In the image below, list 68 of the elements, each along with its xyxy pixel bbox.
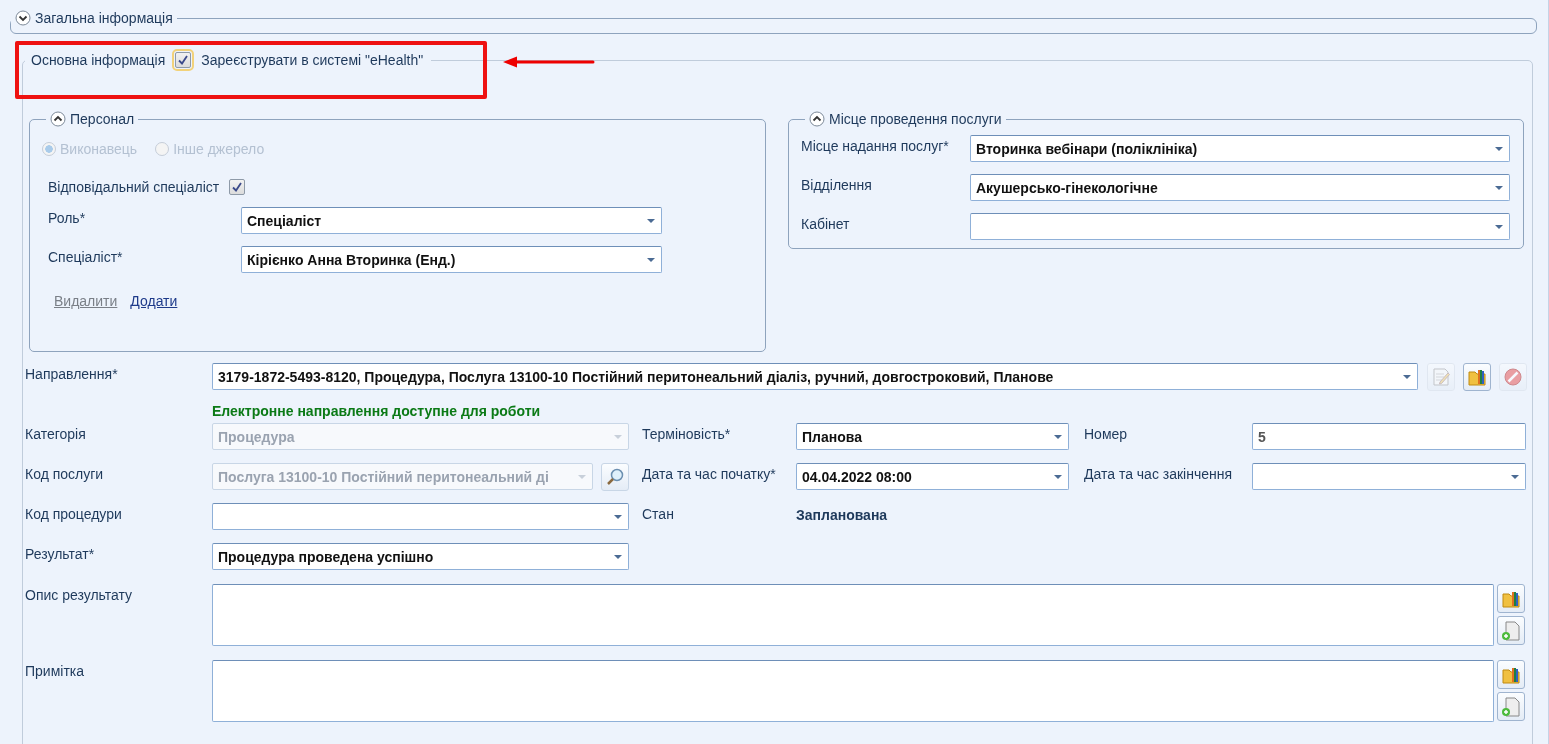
field-label: Стан — [642, 505, 675, 524]
field-label: Кабінет — [801, 215, 851, 232]
dropdown-field[interactable] — [212, 503, 629, 530]
folder-button[interactable] — [1463, 363, 1491, 391]
field-label: Відділення — [801, 176, 873, 193]
action-link[interactable]: Додати — [130, 293, 178, 309]
field-label: Дата та час закінчення — [1084, 465, 1234, 484]
caret-icon — [1054, 435, 1062, 439]
caret-icon — [1403, 375, 1411, 379]
field-label: Спеціаліст* — [48, 248, 124, 265]
field-label: Код процедури — [25, 505, 123, 524]
status-message: Електронне направлення доступне для роботи — [212, 402, 541, 419]
field-label: Терміновість* — [642, 425, 732, 444]
caret-icon — [1495, 225, 1503, 229]
dropdown-field[interactable]: Акушерсько-гінекологічне — [970, 174, 1510, 201]
expand-toggle[interactable] — [15, 10, 31, 26]
caret-icon — [614, 555, 622, 559]
dropdown-field[interactable]: Вторинка вебінари (поліклініка) — [970, 135, 1510, 162]
add-document-button[interactable] — [1497, 692, 1525, 721]
caret-icon — [1495, 186, 1503, 190]
field-label: Роль* — [48, 209, 87, 226]
group-title: Основна інформація — [31, 52, 166, 68]
dropdown-field[interactable]: Планова — [796, 423, 1069, 450]
dropdown-field[interactable]: 3179-1872-5493-8120, Процедура, Послуга 13100-10 Постійний перитонеальний діаліз, ручний, довгостроковий, Планове — [212, 363, 1418, 390]
folder-button[interactable] — [1497, 660, 1525, 689]
prohibited-icon — [1503, 367, 1523, 387]
add-document-icon — [1501, 620, 1521, 641]
field-label: Опис результату — [25, 586, 134, 603]
panel-title: Місце проведення послуги — [829, 111, 1002, 127]
field-label: Категорія — [25, 425, 87, 444]
search-icon — [605, 467, 625, 487]
checkbox-label: Зареєструвати в системі "eHealth" — [201, 52, 424, 68]
dropdown-field[interactable]: 04.04.2022 08:00 — [796, 463, 1069, 490]
dropdown-field[interactable] — [1252, 463, 1526, 490]
field-label: Направлення* — [25, 365, 119, 382]
dropdown-field[interactable] — [970, 213, 1510, 240]
checkbox[interactable] — [175, 52, 192, 68]
collapse-toggle[interactable] — [50, 111, 66, 127]
field-label: Номер — [1084, 425, 1129, 444]
dropdown-field[interactable]: Процедура проведена успішно — [212, 543, 629, 570]
dropdown-field[interactable]: Спеціаліст — [241, 207, 662, 234]
field-label: Код послуги — [25, 465, 105, 484]
field-label: Примітка — [25, 662, 86, 679]
status-value: Запланована — [796, 506, 888, 525]
caret-icon — [614, 515, 622, 519]
add-document-button[interactable] — [1497, 616, 1525, 645]
caret-icon — [578, 475, 586, 479]
caret-icon — [647, 258, 655, 262]
folder-button[interactable] — [1497, 584, 1525, 613]
field-label: Результат* — [25, 545, 96, 564]
caret-icon — [614, 435, 622, 439]
panel-title: Персонал — [70, 111, 135, 127]
number-field[interactable]: 5 — [1252, 423, 1526, 450]
caret-icon — [1054, 475, 1062, 479]
dropdown-field[interactable]: Кірієнко Анна Вторинка (Енд.) — [241, 246, 662, 273]
caret-icon — [1511, 475, 1519, 479]
section-title: Загальна інформація — [35, 10, 173, 26]
collapse-toggle[interactable] — [809, 111, 825, 127]
add-document-icon — [1501, 696, 1521, 717]
caret-icon — [647, 219, 655, 223]
notepad-icon — [1431, 367, 1451, 387]
caret-icon — [1495, 147, 1503, 151]
field-label: Дата та час початку* — [642, 465, 777, 484]
search-button[interactable] — [601, 463, 629, 491]
field-label: Місце надання послуг* — [801, 137, 950, 154]
folder-icon — [1467, 367, 1487, 387]
checkbox[interactable] — [229, 179, 246, 195]
field-label: Відповідальний спеціаліст — [48, 179, 220, 195]
